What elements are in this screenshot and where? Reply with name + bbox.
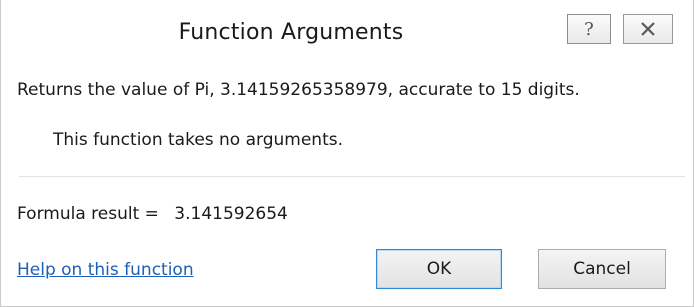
close-button[interactable] xyxy=(623,14,673,44)
cancel-button[interactable]: Cancel xyxy=(538,249,666,289)
dialog-title: Function Arguments xyxy=(178,20,404,45)
ok-button[interactable]: OK xyxy=(376,249,502,289)
close-icon xyxy=(640,22,656,36)
formula-result-value: 3.141592654 xyxy=(174,204,288,224)
function-arguments-dialog: Function Arguments ? Returns the value o… xyxy=(0,0,694,307)
title-bar[interactable]: Function Arguments ? xyxy=(1,0,693,68)
formula-result-label: Formula result = xyxy=(17,204,159,224)
help-button[interactable]: ? xyxy=(567,14,611,44)
function-description: Returns the value of Pi, 3.1415926535897… xyxy=(17,80,580,100)
help-on-function-link[interactable]: Help on this function xyxy=(17,260,194,280)
no-arguments-note: This function takes no arguments. xyxy=(53,130,344,150)
divider xyxy=(19,176,685,177)
question-mark-icon: ? xyxy=(584,18,594,40)
formula-result-row: Formula result = 3.141592654 xyxy=(17,204,288,224)
